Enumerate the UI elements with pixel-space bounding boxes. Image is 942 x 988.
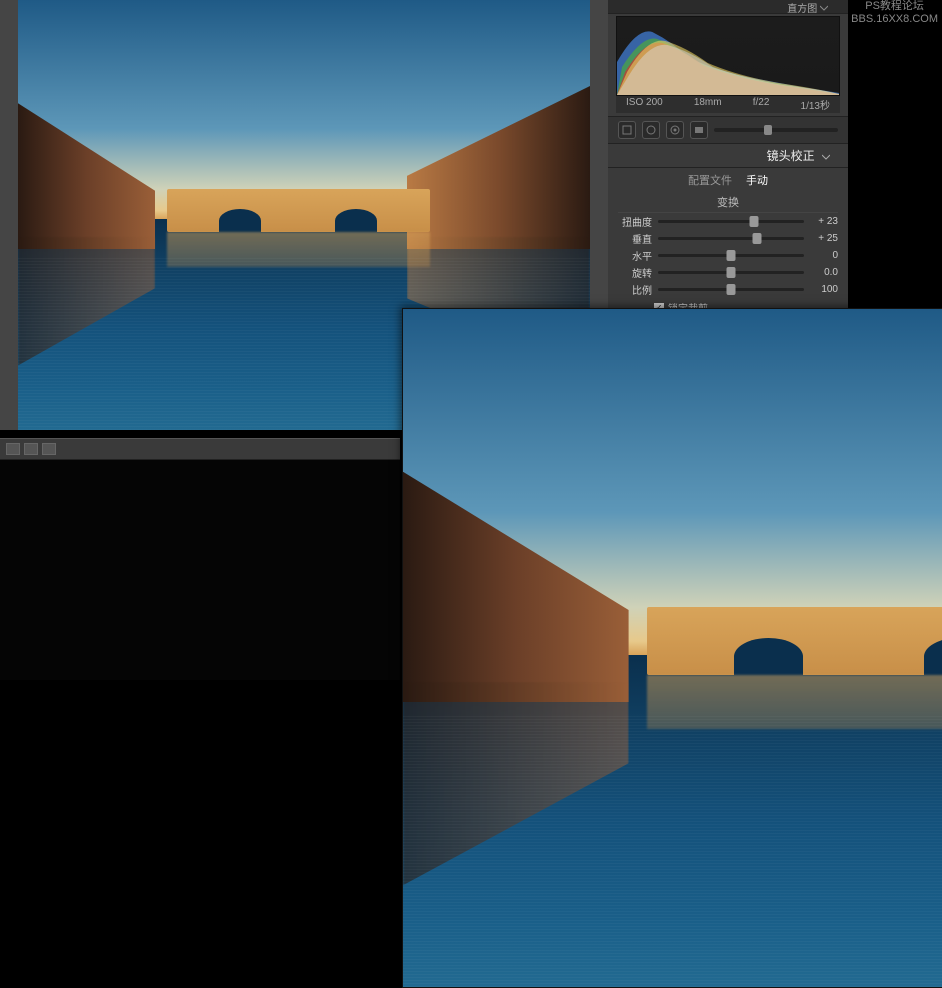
vertical-value[interactable]: + 25	[810, 233, 838, 244]
filmstrip-button-3[interactable]	[42, 443, 56, 455]
slider-handle[interactable]	[727, 267, 736, 278]
histogram[interactable]	[616, 16, 840, 96]
distortion-label: 扭曲度	[618, 214, 652, 229]
watermark-line1: PS教程论坛	[851, 0, 938, 13]
scale-row: 比例 100	[608, 281, 848, 298]
watermark: PS教程论坛 BBS.16XX8.COM	[851, 0, 938, 26]
chevron-down-icon	[822, 153, 830, 161]
horizontal-row: 水平 0	[608, 247, 848, 264]
slider-handle[interactable]	[727, 250, 736, 261]
exif-iso: ISO 200	[626, 97, 663, 112]
crop-tool-icon[interactable]	[618, 121, 636, 139]
filmstrip-area	[0, 460, 400, 680]
filmstrip-toolbar	[0, 438, 400, 460]
tool-strip	[608, 116, 848, 144]
filmstrip-button-1[interactable]	[6, 443, 20, 455]
watermark-line2: BBS.16XX8.COM	[851, 13, 938, 26]
vertical-slider[interactable]	[658, 237, 804, 240]
spot-tool-icon[interactable]	[642, 121, 660, 139]
scale-value[interactable]: 100	[810, 284, 838, 295]
slider-handle[interactable]	[750, 216, 759, 227]
exif-aperture: f/22	[753, 97, 770, 112]
develop-right-panel: 直方图 ISO 200 18mm f/22 1/13秒 镜头校正 配置文件 手动…	[608, 0, 848, 310]
comparison-image	[402, 308, 942, 988]
filmstrip-button-2[interactable]	[24, 443, 38, 455]
distortion-value[interactable]: + 23	[810, 216, 838, 227]
slider-handle[interactable]	[764, 125, 772, 135]
slider-handle[interactable]	[727, 284, 736, 295]
tab-manual[interactable]: 手动	[746, 172, 768, 188]
distortion-row: 扭曲度 + 23	[608, 213, 848, 230]
horizontal-slider[interactable]	[658, 254, 804, 257]
redeye-tool-icon[interactable]	[666, 121, 684, 139]
tab-profile[interactable]: 配置文件	[688, 172, 732, 188]
scale-label: 比例	[618, 282, 652, 297]
gradient-tool-icon[interactable]	[690, 121, 708, 139]
chevron-down-icon	[820, 4, 828, 12]
horizontal-label: 水平	[618, 248, 652, 263]
exif-shutter: 1/13秒	[801, 97, 830, 112]
rotate-value[interactable]: 0.0	[810, 267, 838, 278]
vertical-row: 垂直 + 25	[608, 230, 848, 247]
lens-correction-title: 镜头校正	[767, 149, 815, 163]
rotate-slider[interactable]	[658, 271, 804, 274]
histogram-graph	[617, 17, 839, 95]
tool-size-slider[interactable]	[714, 128, 838, 132]
rotate-row: 旋转 0.0	[608, 264, 848, 281]
histogram-title: 直方图	[787, 4, 817, 15]
slider-handle[interactable]	[753, 233, 762, 244]
lens-correction-header[interactable]: 镜头校正	[608, 144, 848, 168]
exif-focal: 18mm	[694, 97, 722, 112]
scale-slider[interactable]	[658, 288, 804, 291]
lens-tabs: 配置文件 手动	[608, 168, 848, 192]
rotate-label: 旋转	[618, 265, 652, 280]
exif-row: ISO 200 18mm f/22 1/13秒	[616, 96, 840, 113]
horizontal-value[interactable]: 0	[810, 250, 838, 261]
histogram-header[interactable]: 直方图	[608, 0, 848, 14]
vertical-label: 垂直	[618, 231, 652, 246]
transform-subheader: 变换	[618, 192, 838, 213]
distortion-slider[interactable]	[658, 220, 804, 223]
